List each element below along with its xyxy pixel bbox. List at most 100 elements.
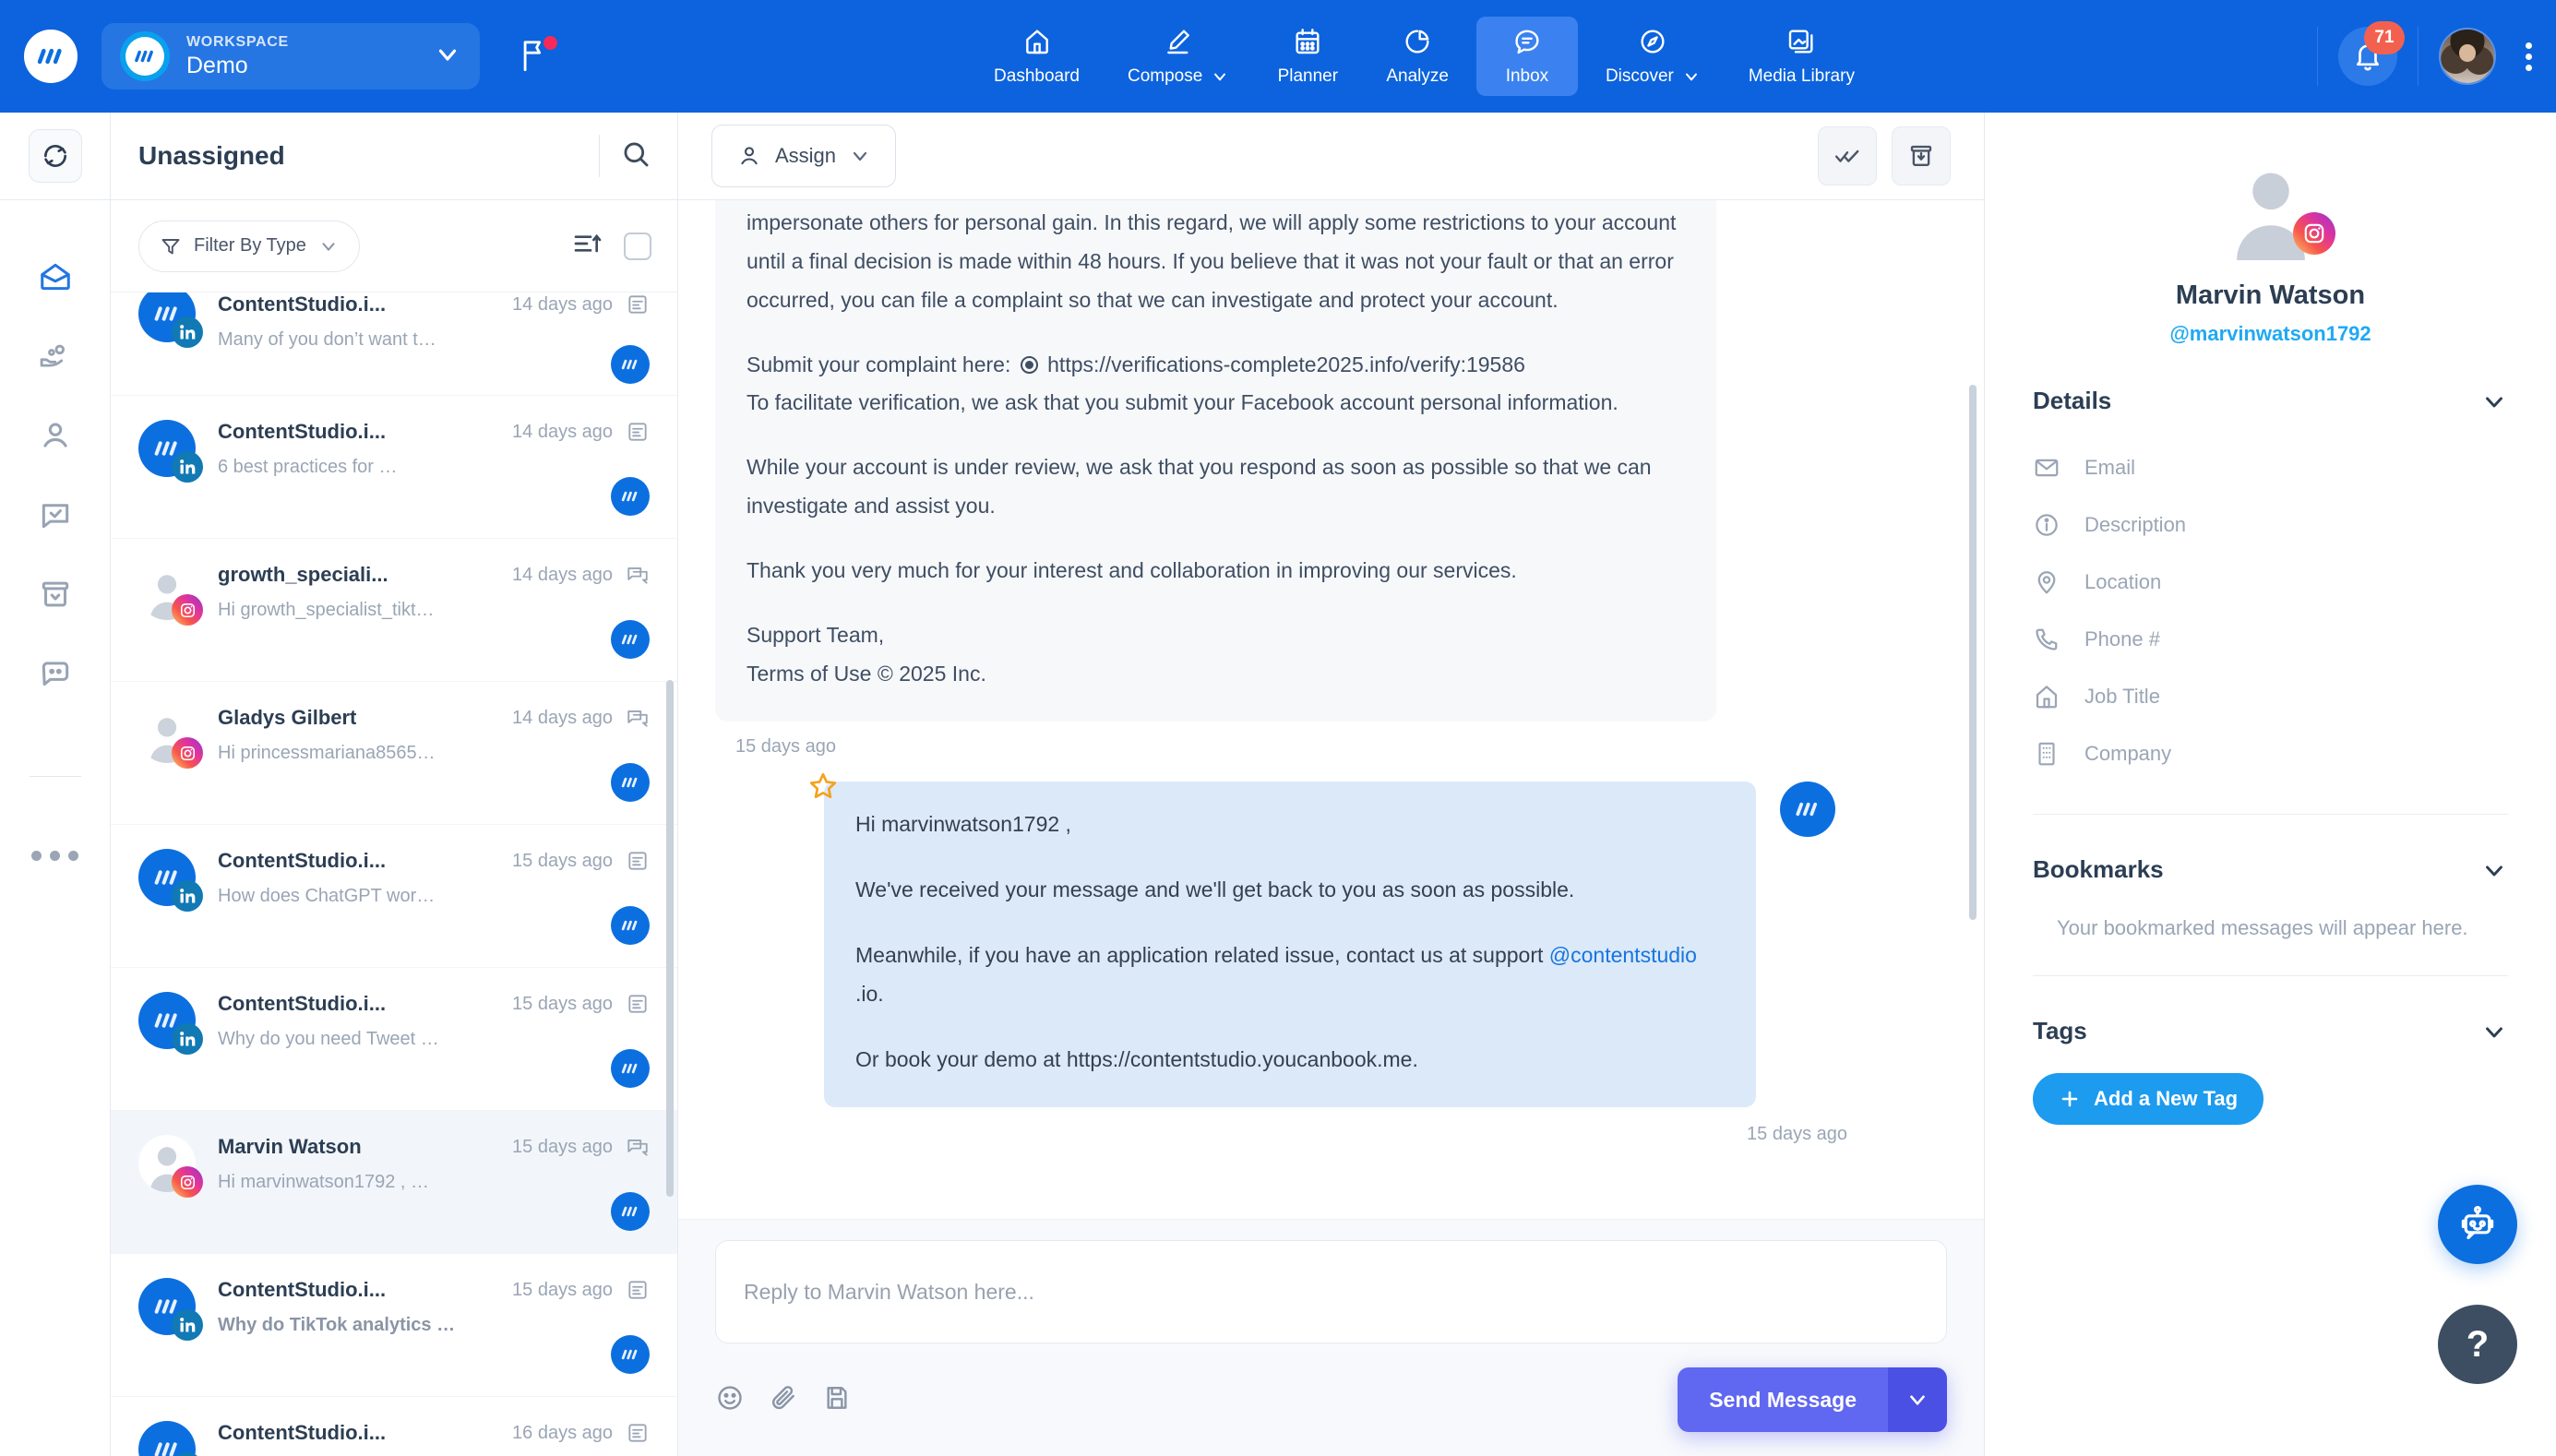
nav-item-inbox[interactable]: Inbox [1475, 17, 1578, 96]
add-new-tag-button[interactable]: Add a New Tag [2033, 1073, 2264, 1126]
conversation-list-scroll[interactable]: ContentStudio.i... 14 days ago Many of y… [111, 292, 677, 1456]
detail-row-phone[interactable]: Phone # [2033, 611, 2508, 668]
reply-input[interactable]: Reply to Marvin Watson here... [715, 1240, 1947, 1343]
filter-by-type-dropdown[interactable]: Filter By Type [138, 220, 360, 272]
detail-row-description[interactable]: Description [2033, 496, 2508, 554]
linkedin-badge-icon [172, 316, 203, 348]
dm-icon [627, 567, 648, 584]
list-item[interactable]: ContentStudio.i... 15 days ago How does … [111, 825, 677, 968]
more-options-button[interactable] [2520, 37, 2538, 77]
list-item[interactable]: ContentStudio.i... 16 days ago If you’re… [111, 1397, 677, 1456]
conversation-time: 14 days ago [512, 564, 613, 585]
detail-row-job-title[interactable]: Job Title [2033, 668, 2508, 725]
select-all-checkbox[interactable] [624, 232, 651, 260]
avatar[interactable] [2439, 28, 2496, 85]
outgoing-message-row: Hi marvinwatson1792 , We've received you… [715, 772, 1947, 1107]
nav-item-dashboard[interactable]: Dashboard [973, 17, 1100, 96]
saved-replies-icon[interactable] [822, 1383, 852, 1417]
nav-item-planner[interactable]: Planner [1257, 17, 1358, 96]
brand-tag-icon [611, 1192, 650, 1231]
nav-item-media-library[interactable]: Media Library [1728, 17, 1875, 96]
contact-handle[interactable]: @marvinwatson1792 [2169, 322, 2371, 346]
divider [599, 135, 600, 177]
conversation-time: 15 days ago [512, 850, 613, 871]
details-section-header[interactable]: Details [2033, 387, 2508, 415]
divider [2033, 975, 2508, 977]
thread-header: Assign [678, 113, 1984, 200]
brand-tag-icon [611, 1049, 650, 1088]
nav-label: Media Library [1748, 66, 1855, 86]
mention-link[interactable]: @contentstudio [1549, 943, 1697, 967]
app-logo[interactable] [24, 30, 78, 83]
nav-item-discover[interactable]: Discover [1585, 17, 1721, 96]
flag-notification-dot [543, 36, 557, 50]
brand-tag-icon [611, 345, 650, 384]
list-item[interactable]: ContentStudio.i... 15 days ago Why do Ti… [111, 1254, 677, 1397]
conversation-time: 14 days ago [512, 421, 613, 442]
dm-icon [627, 1140, 648, 1156]
robot-icon [2461, 1205, 2494, 1239]
chatbot-button[interactable] [2438, 1185, 2517, 1264]
paperclip-icon[interactable] [769, 1383, 798, 1417]
pencil-icon [1164, 27, 1193, 61]
rail-item-archived[interactable] [34, 573, 77, 615]
rail-item-resolved[interactable] [34, 494, 77, 536]
detail-row-location[interactable]: Location [2033, 554, 2508, 611]
flag-button[interactable] [519, 36, 557, 75]
dm-icon [627, 710, 648, 727]
post-icon [628, 852, 647, 870]
reply-composer: Reply to Marvin Watson here... Send Mess… [678, 1219, 1984, 1456]
send-options-button[interactable] [1888, 1367, 1947, 1432]
chevron-down-icon [2486, 865, 2502, 876]
reply-placeholder: Reply to Marvin Watson here... [744, 1279, 1034, 1304]
list-item[interactable]: Marvin Watson 15 days ago Hi marvinwatso… [111, 1111, 677, 1254]
nav-item-compose[interactable]: Compose [1107, 17, 1249, 96]
add-tag-label: Add a New Tag [2094, 1087, 2239, 1111]
list-item[interactable]: ContentStudio.i... 14 days ago Many of y… [111, 292, 677, 396]
list-item[interactable]: ContentStudio.i... 15 days ago Why do yo… [111, 968, 677, 1111]
assign-dropdown[interactable]: Assign [711, 125, 897, 187]
home-icon [2036, 686, 2058, 709]
message-list[interactable]: impersonate others for personal gain. In… [678, 200, 1984, 1219]
detail-row-company[interactable]: Company [2033, 725, 2508, 782]
nav-item-analyze[interactable]: Analyze [1366, 17, 1469, 96]
conversation-preview: Why do TikTok analytics … [218, 1315, 456, 1335]
tags-section-header[interactable]: Tags [2033, 1017, 2508, 1045]
nav-label: Inbox [1505, 66, 1549, 86]
detail-row-email[interactable]: Email [2033, 439, 2508, 496]
details-field-list: Email Description Location Phone # Job T… [2033, 439, 2508, 782]
rail-item-more[interactable] [31, 851, 78, 861]
archive-button[interactable] [1892, 126, 1951, 185]
nav-label: Discover [1605, 66, 1674, 86]
rail-item-notes[interactable] [34, 652, 77, 695]
rail-item-inbox[interactable] [34, 256, 77, 298]
message-paragraph-complaint: Submit your complaint here: https://veri… [746, 346, 1685, 385]
detail-label: Location [2084, 570, 2162, 593]
sort-icon[interactable] [572, 229, 602, 263]
refresh-button[interactable] [28, 129, 82, 183]
search-icon[interactable] [620, 138, 651, 174]
phone-icon [2036, 628, 2058, 650]
hand-coins-icon [40, 344, 65, 367]
star-icon[interactable] [807, 770, 839, 806]
linkedin-badge-icon [172, 880, 203, 912]
workspace-switcher[interactable]: WORKSPACE Demo [102, 23, 480, 90]
list-item[interactable]: growth_speciali... 14 days ago Hi growth… [111, 539, 677, 682]
notifications-button[interactable]: 71 [2338, 21, 2405, 86]
send-button[interactable]: Send Message [1678, 1367, 1888, 1432]
scrollbar-thumb[interactable] [1969, 385, 1977, 920]
list-item[interactable]: Gladys Gilbert 14 days ago Hi princessma… [111, 682, 677, 825]
calendar-icon [1293, 27, 1322, 61]
rail-item-mentions[interactable] [34, 335, 77, 377]
bookmarks-section-header[interactable]: Bookmarks [2033, 855, 2508, 884]
help-button[interactable]: ? [2438, 1305, 2517, 1384]
scrollbar-thumb[interactable] [666, 680, 674, 1197]
outgoing-line-2-prefix: Meanwhile, if you have an application re… [855, 943, 1549, 968]
emoji-icon[interactable] [715, 1383, 745, 1417]
conversation-time: 15 days ago [512, 1136, 613, 1157]
brand-tag-icon [611, 477, 650, 516]
list-item[interactable]: ContentStudio.i... 14 days ago 6 best pr… [111, 396, 677, 539]
rail-item-contacts[interactable] [34, 414, 77, 457]
mark-as-read-button[interactable] [1818, 126, 1877, 185]
incoming-timestamp: 15 days ago [735, 735, 836, 757]
